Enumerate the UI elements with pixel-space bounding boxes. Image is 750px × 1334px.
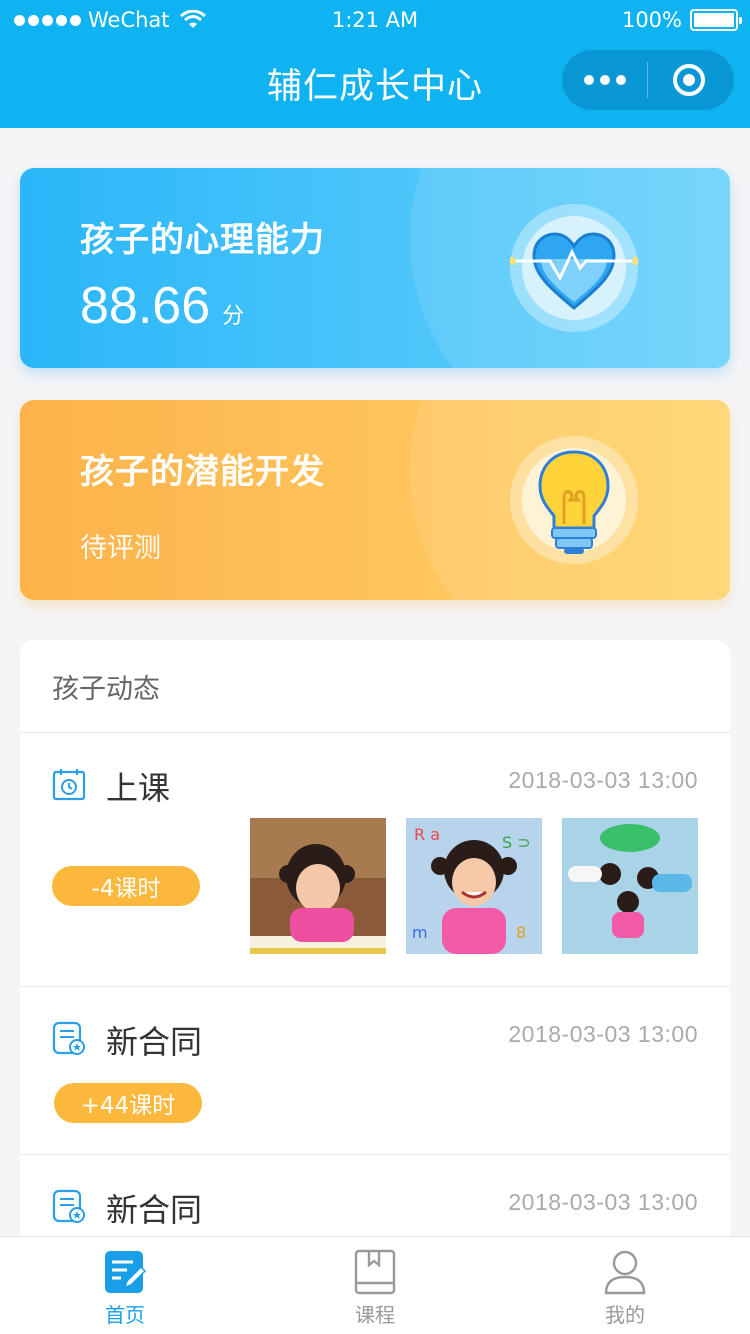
battery-icon xyxy=(690,9,742,31)
tab-label: 课程 xyxy=(355,1303,395,1327)
calendar-clock-icon xyxy=(52,769,86,801)
psych-ability-card[interactable]: 孩子的心理能力 88.66 分 xyxy=(20,168,730,368)
feed-item-title: 新合同 xyxy=(106,1191,203,1229)
svg-text:S ⊃: S ⊃ xyxy=(502,833,531,852)
feed-item[interactable]: 新合同 2018-03-03 13:00 +44课时 xyxy=(20,987,730,1155)
feed-item-time: 2018-03-03 13:00 xyxy=(508,767,698,793)
feed-header: 孩子动态 xyxy=(20,640,730,733)
lesson-hours-badge: +44课时 xyxy=(54,1083,202,1123)
feed-item-time: 2018-03-03 13:00 xyxy=(508,1021,698,1047)
battery-percent: 100% xyxy=(621,8,682,32)
more-button[interactable] xyxy=(562,50,648,110)
heart-pulse-icon xyxy=(510,204,638,332)
tab-bar: 首页 课程 我的 xyxy=(0,1236,750,1334)
user-icon xyxy=(604,1250,646,1295)
psych-score-unit: 分 xyxy=(222,304,245,329)
svg-text:R a: R a xyxy=(414,825,440,844)
light-bulb-icon xyxy=(510,436,638,564)
tab-profile[interactable]: 我的 xyxy=(500,1237,750,1334)
potential-card-title: 孩子的潜能开发 xyxy=(80,452,325,492)
psych-card-title: 孩子的心理能力 xyxy=(80,220,325,260)
status-right: 100% xyxy=(621,8,742,32)
app-header: WeChat 1:21 AM 100% 辅仁成长中心 xyxy=(0,0,750,128)
feed-item-title: 新合同 xyxy=(106,1023,203,1061)
child-photo[interactable]: R a S ⊃ 8 m xyxy=(406,818,542,954)
psych-score: 88.66 分 xyxy=(80,276,244,336)
psych-score-value: 88.66 xyxy=(80,277,211,335)
miniprogram-capsule xyxy=(562,50,734,110)
potential-card[interactable]: 孩子的潜能开发 待评测 xyxy=(20,400,730,600)
tab-home[interactable]: 首页 xyxy=(0,1237,250,1334)
notebook-pen-icon xyxy=(105,1251,147,1293)
status-bar: WeChat 1:21 AM 100% xyxy=(0,0,750,40)
contract-icon xyxy=(52,1189,85,1223)
capsule-divider xyxy=(647,62,648,98)
svg-text:8: 8 xyxy=(516,923,526,942)
child-photo[interactable] xyxy=(250,818,386,954)
feed-item-title: 上课 xyxy=(106,769,171,807)
feed-item[interactable]: 上课 2018-03-03 13:00 -4课时 R a S ⊃ 8 m xyxy=(20,733,730,987)
book-icon xyxy=(354,1249,396,1295)
close-miniprogram-button[interactable] xyxy=(673,64,705,96)
child-photo[interactable] xyxy=(562,818,698,954)
feed-item-time: 2018-03-03 13:00 xyxy=(508,1189,698,1215)
svg-text:m: m xyxy=(412,923,428,942)
photo-strip: R a S ⊃ 8 m xyxy=(250,818,698,954)
child-activity-feed: 孩子动态 上课 2018-03-03 13:00 -4课时 R a S ⊃ 8 … xyxy=(20,640,730,1334)
potential-status: 待评测 xyxy=(80,533,161,564)
tab-courses[interactable]: 课程 xyxy=(250,1237,500,1334)
tab-label: 我的 xyxy=(605,1303,645,1327)
tab-label: 首页 xyxy=(105,1303,145,1327)
contract-icon xyxy=(52,1021,85,1055)
lesson-hours-badge: -4课时 xyxy=(52,866,200,906)
